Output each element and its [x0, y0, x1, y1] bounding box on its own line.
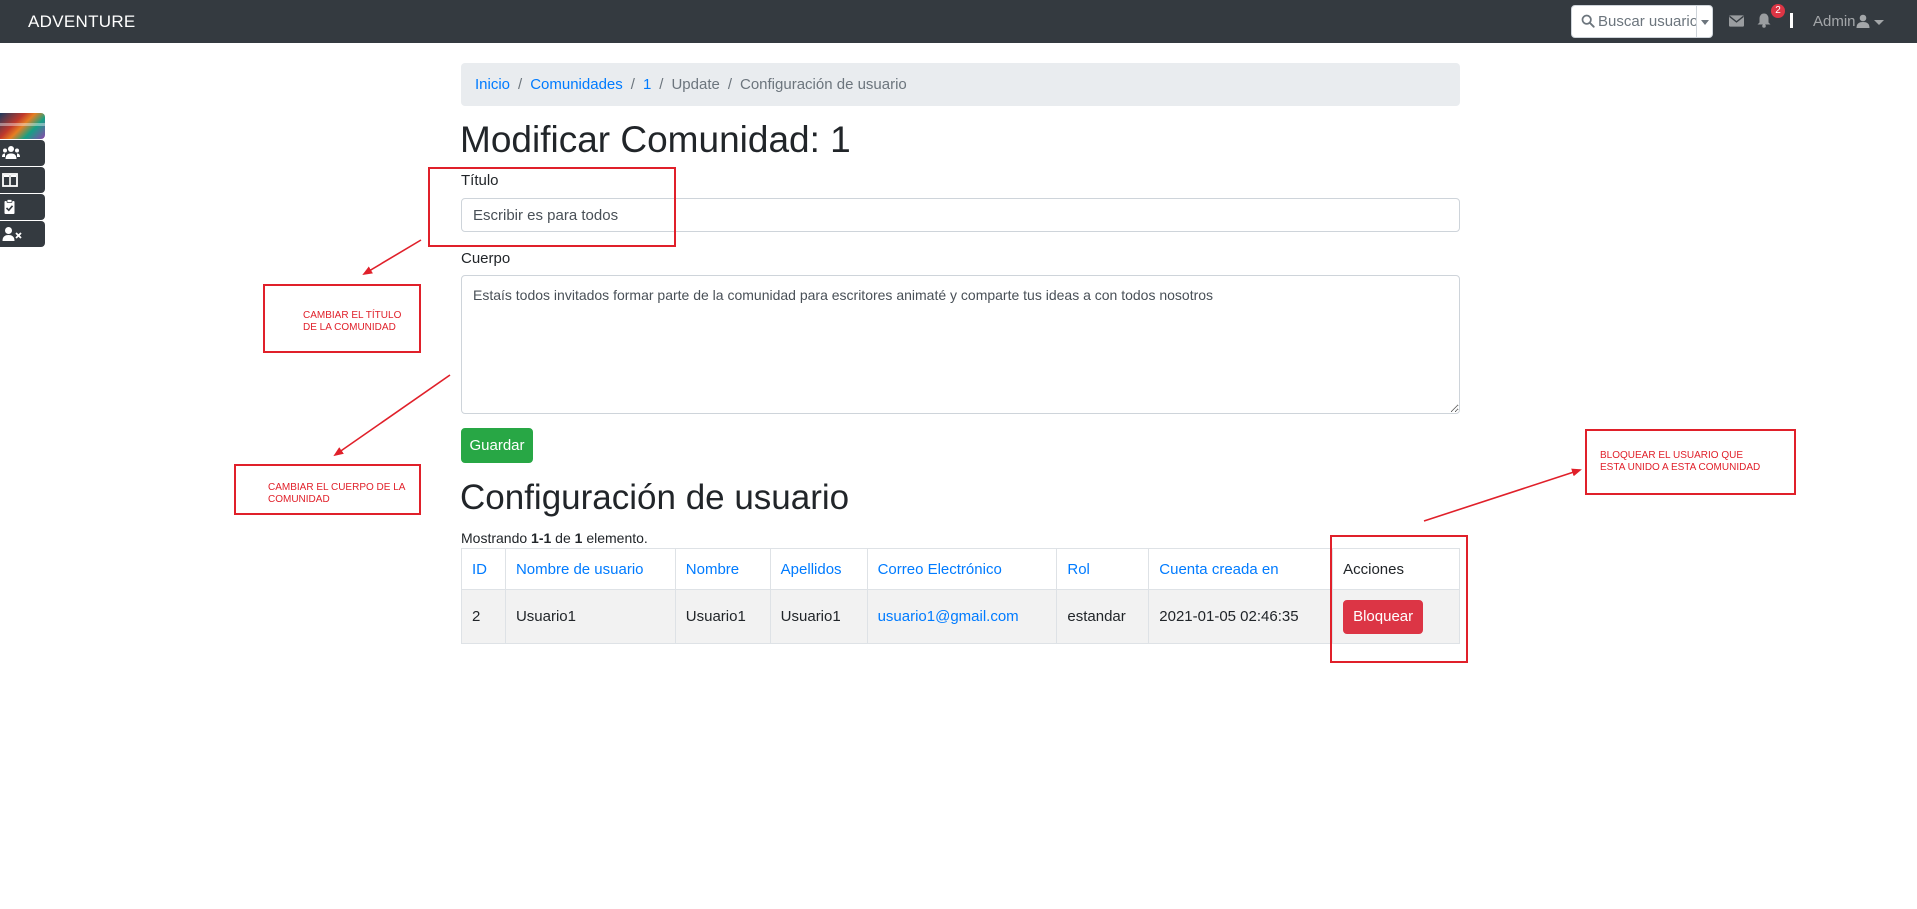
- breadcrumb: Inicio / Comunidades/1/Update / Configuració…: [461, 63, 1460, 106]
- breadcrumb-separator: /: [659, 76, 664, 93]
- bell-icon[interactable]: [1757, 13, 1771, 28]
- user-search: [1571, 5, 1713, 38]
- annotation-arrow-titulo: [362, 239, 422, 276]
- cell-username: Usuario1: [504, 589, 676, 644]
- annotation-highlight-acciones: [1330, 535, 1468, 663]
- breadcrumb-separator: /: [630, 76, 635, 93]
- users-icon: [2, 146, 20, 159]
- column-header-nombre[interactable]: Nombre: [674, 548, 771, 590]
- nav-divider: [1790, 13, 1793, 28]
- save-button[interactable]: Guardar: [461, 428, 533, 463]
- envelope-icon[interactable]: [1729, 15, 1744, 27]
- breadcrumb-comunidades[interactable]: Comunidades: [530, 76, 623, 93]
- admin-user-menu[interactable]: Admin: [1813, 13, 1856, 30]
- book-open-icon: [2, 173, 18, 187]
- table-row: 2 Usuario1 Usuario1 Usuario1 usuario1@gm…: [461, 589, 1460, 644]
- breadcrumb-update: Update: [671, 76, 720, 93]
- cell-email: usuario1@gmail.com: [866, 589, 1058, 644]
- sidebar-thumbnail[interactable]: [0, 113, 45, 139]
- table-header-row: ID Nombre de usuario Nombre Apellidos Co…: [461, 548, 1460, 590]
- annotation-text-bloquear: BLOQUEAR EL USUARIO QUE ESTA UNIDO A EST…: [1600, 450, 1761, 473]
- annotation-text-cuerpo: CAMBIAR EL CUERPO DE LA COMUNIDAD: [268, 482, 405, 505]
- email-link[interactable]: usuario1@gmail.com: [878, 608, 1019, 625]
- breadcrumb-separator: /: [518, 76, 523, 93]
- sidebar-item-books[interactable]: [0, 167, 45, 193]
- annotation-arrow-bloquear: [1423, 468, 1582, 522]
- search-dropdown-toggle[interactable]: [1696, 6, 1712, 37]
- column-header-rol[interactable]: Rol: [1056, 548, 1150, 590]
- clipboard-check-icon: [4, 199, 15, 214]
- summary-suffix: elemento.: [586, 530, 648, 546]
- column-header-email[interactable]: Correo Electrónico: [866, 548, 1058, 590]
- annotation-highlight-titulo: [428, 167, 676, 247]
- annotation-arrow-cuerpo: [333, 374, 451, 457]
- section-title: Configuración de usuario: [460, 478, 850, 517]
- search-icon: [1581, 14, 1595, 28]
- cell-apellidos: Usuario1: [769, 589, 868, 644]
- sidebar-item-blocked-users[interactable]: [0, 221, 45, 247]
- cuerpo-label: Cuerpo: [461, 250, 511, 267]
- cell-nombre: Usuario1: [674, 589, 771, 644]
- annotation-box-cuerpo: CAMBIAR EL CUERPO DE LA COMUNIDAD: [234, 464, 421, 515]
- breadcrumb-inicio[interactable]: Inicio: [475, 76, 510, 93]
- annotation-text-titulo: CAMBIAR EL TÍTULO DE LA COMUNIDAD: [303, 310, 402, 333]
- cell-created: 2021-01-05 02:46:35: [1148, 589, 1334, 644]
- cell-id: 2: [461, 589, 506, 644]
- annotation-box-bloquear: BLOQUEAR EL USUARIO QUE ESTA UNIDO A EST…: [1585, 429, 1796, 495]
- annotation-box-titulo: CAMBIAR EL TÍTULO DE LA COMUNIDAD: [263, 284, 421, 353]
- summary-range: 1-1: [531, 530, 552, 546]
- breadcrumb-separator: /: [727, 76, 732, 93]
- summary-middle: de: [555, 530, 571, 546]
- cell-rol: estandar: [1056, 589, 1150, 644]
- column-header-id[interactable]: ID: [461, 548, 506, 590]
- notification-badge: 2: [1771, 4, 1785, 18]
- sidebar-item-tasks[interactable]: [0, 194, 45, 220]
- column-header-username[interactable]: Nombre de usuario: [504, 548, 676, 590]
- column-header-created[interactable]: Cuenta creada en: [1148, 548, 1334, 590]
- users-table: ID Nombre de usuario Nombre Apellidos Co…: [461, 548, 1460, 644]
- chevron-down-icon[interactable]: [1874, 20, 1884, 25]
- sidebar-item-users[interactable]: [0, 140, 45, 166]
- search-input[interactable]: [1598, 7, 1696, 36]
- cuerpo-textarea[interactable]: Estaís todos invitados formar parte de l…: [461, 275, 1460, 414]
- summary-prefix: Mostrando: [461, 530, 528, 546]
- brand-logo[interactable]: ADVENTURE: [28, 12, 136, 32]
- top-navbar: ADVENTURE 2 Admin: [0, 0, 1917, 43]
- breadcrumb-current: Configuración de usuario: [740, 76, 907, 93]
- user-times-icon: [2, 227, 22, 241]
- user-icon[interactable]: [1856, 14, 1870, 28]
- column-header-apellidos[interactable]: Apellidos: [769, 548, 868, 590]
- page-title: Modificar Comunidad: 1: [460, 119, 851, 160]
- results-summary: Mostrando 1-1 de 1 elemento.: [461, 530, 648, 546]
- summary-total: 1: [574, 530, 583, 546]
